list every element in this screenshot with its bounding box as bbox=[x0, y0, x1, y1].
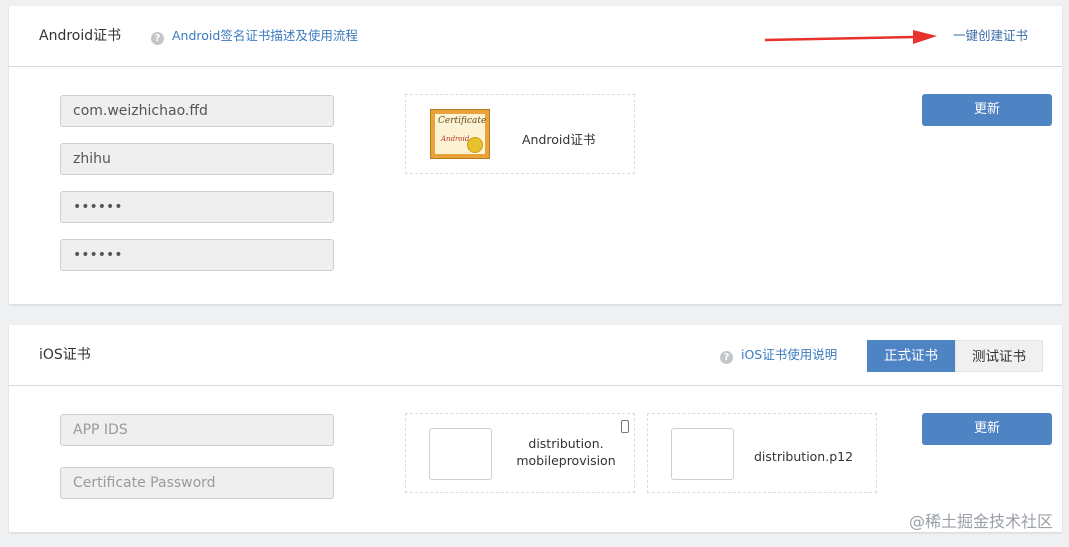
android-cert-label: Android证书 bbox=[522, 132, 596, 147]
certificate-image-text: Certificate bbox=[438, 116, 487, 126]
seal-icon bbox=[467, 137, 483, 153]
android-panel-header: Android证书 ? Android签名证书描述及使用流程 一键创建证书 bbox=[9, 6, 1062, 67]
ios-help-link-text: iOS证书使用说明 bbox=[741, 347, 838, 362]
p12-label: distribution.p12 bbox=[754, 449, 854, 464]
phone-icon bbox=[621, 420, 629, 433]
cert-type-tabs: 正式证书 测试证书 bbox=[867, 340, 1043, 372]
app-ids-field[interactable]: APP IDS bbox=[60, 414, 334, 446]
android-panel-title: Android证书 bbox=[39, 28, 122, 44]
store-password-field[interactable]: •••••• bbox=[60, 191, 334, 223]
p12-thumb bbox=[671, 428, 734, 480]
provision-thumb bbox=[429, 428, 492, 480]
provision-upload[interactable]: distribution. mobileprovision bbox=[405, 413, 635, 493]
certificate-password-field[interactable]: Certificate Password bbox=[60, 467, 334, 499]
android-cert-upload[interactable]: Certificate Android Android证书 bbox=[405, 94, 635, 174]
quick-create-cert-link[interactable]: 一键创建证书 bbox=[953, 6, 1028, 66]
ios-panel-header: iOS证书 ? iOS证书使用说明 正式证书 测试证书 bbox=[9, 325, 1062, 386]
ios-panel-title: iOS证书 bbox=[39, 347, 91, 363]
android-help-link-text: Android签名证书描述及使用流程 bbox=[172, 28, 358, 43]
certificate-image-sub: Android bbox=[441, 135, 470, 143]
question-icon: ? bbox=[151, 32, 164, 45]
provision-label: distribution. mobileprovision bbox=[506, 435, 626, 469]
key-password-field[interactable]: •••••• bbox=[60, 239, 334, 271]
ios-cert-panel: iOS证书 ? iOS证书使用说明 正式证书 测试证书 APP IDS Certi… bbox=[9, 325, 1062, 532]
tab-production-cert[interactable]: 正式证书 bbox=[867, 340, 955, 372]
certificate-image: Certificate Android bbox=[430, 109, 490, 159]
provision-label-line1: distribution. bbox=[528, 436, 604, 451]
ios-help-link[interactable]: ? iOS证书使用说明 bbox=[720, 325, 837, 385]
alias-field[interactable]: zhihu bbox=[60, 143, 334, 175]
provision-label-line2: mobileprovision bbox=[516, 453, 616, 468]
watermark: @稀土掘金技术社区 bbox=[908, 512, 1053, 531]
question-icon: ? bbox=[720, 351, 733, 364]
android-cert-panel: Android证书 ? Android签名证书描述及使用流程 一键创建证书 com… bbox=[9, 6, 1062, 304]
tab-test-cert[interactable]: 测试证书 bbox=[955, 340, 1043, 372]
p12-upload[interactable]: distribution.p12 bbox=[647, 413, 877, 493]
ios-update-button[interactable]: 更新 bbox=[922, 413, 1052, 445]
android-help-link[interactable]: ? Android签名证书描述及使用流程 bbox=[151, 6, 358, 66]
red-arrow-icon bbox=[765, 30, 937, 44]
android-update-button[interactable]: 更新 bbox=[922, 94, 1052, 126]
package-name-field[interactable]: com.weizhichao.ffd bbox=[60, 95, 334, 127]
